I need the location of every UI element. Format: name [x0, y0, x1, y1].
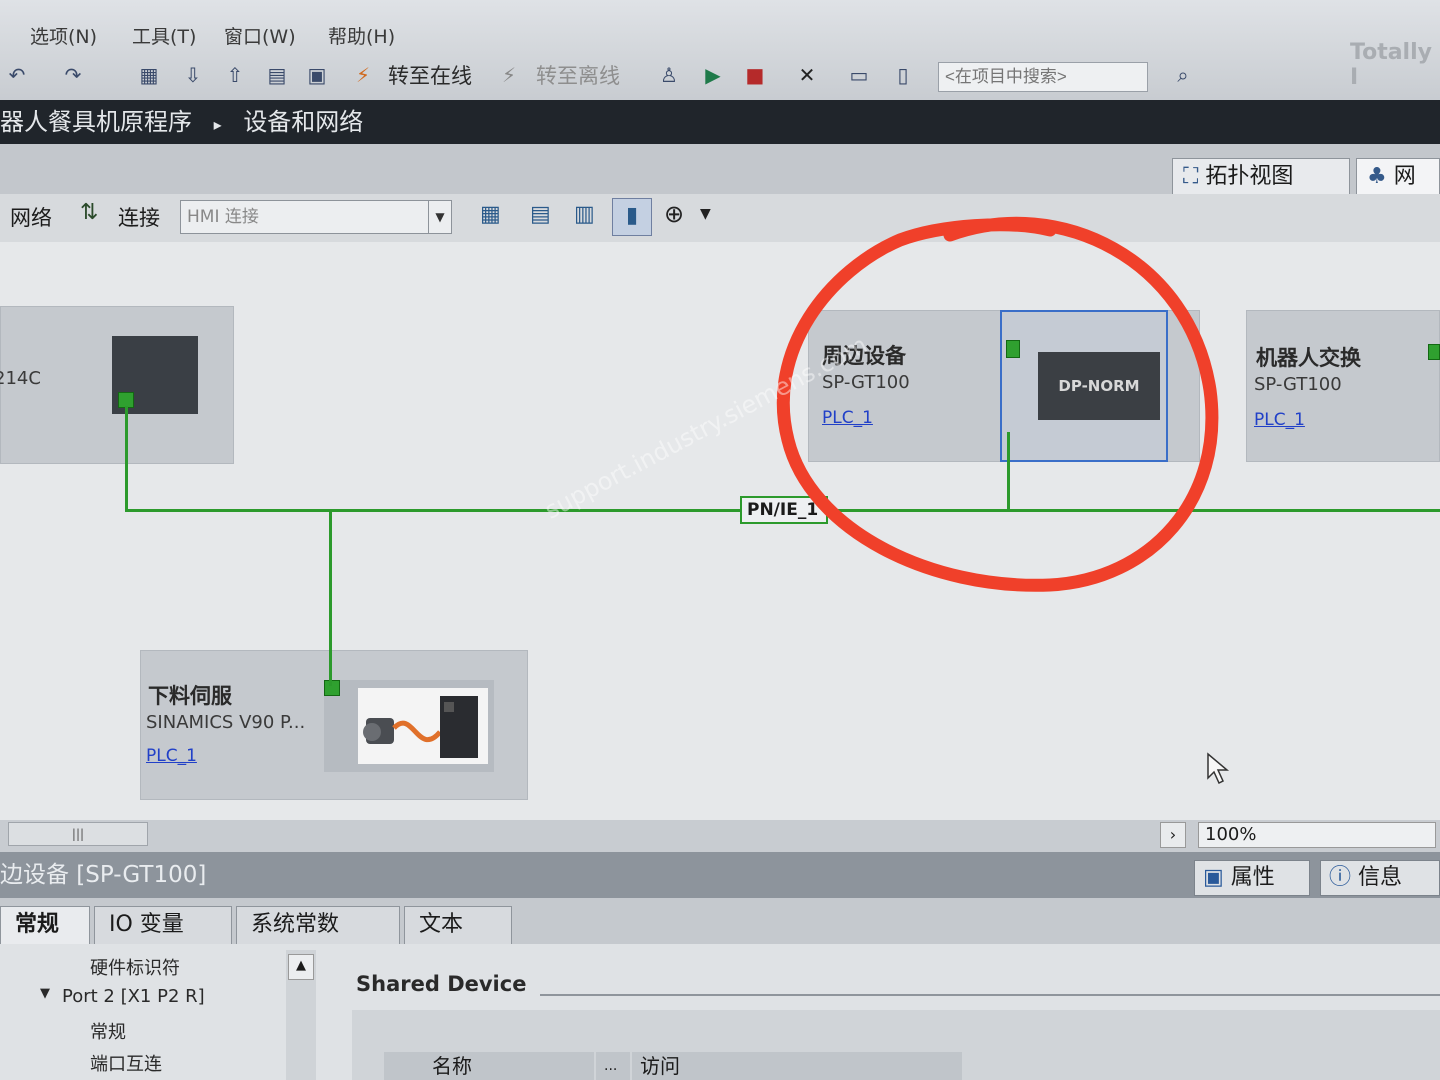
tab-info[interactable]: ⓘ 信息	[1320, 860, 1440, 896]
menu-tools[interactable]: 工具(T)	[132, 22, 196, 49]
tab-network-view[interactable]: ♣ 网络	[1356, 158, 1440, 225]
robot-exchange-type: SP-GT100	[1254, 374, 1342, 395]
download-icon[interactable]: ⇩	[180, 62, 206, 88]
servo-port[interactable]	[324, 680, 340, 696]
column-ellipsis[interactable]: ...	[596, 1052, 630, 1080]
section-shared-device: Shared Device	[356, 972, 527, 996]
connection-type-value: HMI 连接	[187, 207, 259, 227]
scrollbar-thumb[interactable]: |||	[8, 822, 148, 846]
properties-icon: ▣	[1203, 865, 1224, 890]
breadcrumb-current: 设备和网络	[243, 108, 364, 136]
overview-icon[interactable]: ▮	[612, 198, 652, 236]
redo-icon[interactable]: ↷	[60, 62, 86, 88]
tab-properties-label: 属性	[1230, 865, 1275, 890]
tab-info-label: 信息	[1358, 865, 1403, 890]
scroll-right-icon[interactable]: ›	[1160, 822, 1186, 848]
zoom-level-field[interactable]: 100%	[1198, 822, 1436, 848]
go-offline-icon[interactable]: ⚡	[496, 62, 522, 88]
show-address-icon[interactable]: ▦	[480, 202, 501, 227]
zoom-icon[interactable]: ⊕	[664, 200, 684, 228]
go-offline-button[interactable]: 转至离线	[536, 60, 620, 90]
tab-general[interactable]: 常规	[0, 906, 90, 944]
menu-window[interactable]: 窗口(W)	[224, 22, 296, 49]
connection-type-select[interactable]: HMI 连接 ▼	[180, 200, 452, 234]
split-vertical-icon[interactable]: ▯	[890, 62, 916, 88]
chevron-down-icon: ▼	[428, 201, 451, 233]
breadcrumb-separator-icon: ▸	[213, 115, 222, 134]
simulation-icon[interactable]: ▤	[264, 62, 290, 88]
menu-help[interactable]: 帮助(H)	[328, 22, 395, 49]
column-access[interactable]: 访问	[632, 1052, 962, 1080]
network-button[interactable]: 网络	[10, 202, 52, 232]
zoom-dropdown-icon[interactable]: ▼	[700, 206, 711, 222]
tab-texts[interactable]: 文本	[404, 906, 512, 944]
go-online-button[interactable]: 转至在线	[388, 60, 472, 90]
breadcrumb: 器人餐具机原程序 ▸ 设备和网络	[0, 100, 1440, 144]
servo-device-type: SINAMICS V90 P...	[146, 712, 306, 733]
inspector-title: 边设备 [SP-GT100]	[0, 862, 207, 888]
tab-system-constants[interactable]: 系统常数	[236, 906, 400, 944]
stop-cpu-icon[interactable]: ■	[742, 62, 768, 88]
servo-device-name: 下料伺服	[148, 684, 232, 708]
table-icon[interactable]: ▤	[530, 202, 551, 227]
grid-icon[interactable]: ▥	[574, 202, 595, 227]
save-icon[interactable]: ▣	[304, 62, 330, 88]
column-name-label: 名称	[432, 1054, 472, 1078]
robot-exchange-name: 机器人交换	[1256, 346, 1361, 370]
servo-network-branch	[329, 510, 332, 686]
tree-expand-icon[interactable]: ▼	[40, 986, 50, 1001]
plc-type-label: 214C	[0, 368, 41, 389]
close-icon[interactable]: ✕	[794, 62, 820, 88]
brand-text: Totally I	[1350, 40, 1432, 90]
tab-io-tags[interactable]: IO 变量	[94, 906, 232, 944]
compile-icon[interactable]: ▦	[136, 62, 162, 88]
tab-properties[interactable]: ▣ 属性	[1194, 860, 1310, 896]
project-search-input[interactable]	[938, 62, 1148, 92]
search-go-icon[interactable]: ⌕	[1170, 62, 1196, 88]
plc-network-branch	[125, 406, 128, 510]
tree-item-port-interconnection[interactable]: 端口互连	[90, 1050, 162, 1076]
tab-topology-view[interactable]: ⛶ 拓扑视图	[1172, 158, 1350, 196]
tab-topology-label: 拓扑视图	[1205, 164, 1294, 189]
start-cpu-icon[interactable]: ▶	[700, 62, 726, 88]
go-online-icon[interactable]: ⚡	[350, 62, 376, 88]
robot-exchange-port[interactable]	[1428, 344, 1440, 360]
tree-item-port2[interactable]: Port 2 [X1 P2 R]	[62, 986, 205, 1007]
section-divider	[540, 994, 1440, 996]
column-name[interactable]: 名称	[384, 1052, 594, 1080]
upload-icon[interactable]: ⇧	[222, 62, 248, 88]
tree-item-hw-identifier[interactable]: 硬件标识符	[90, 954, 180, 980]
undo-icon[interactable]: ↶	[4, 62, 30, 88]
tree-scrollbar[interactable]: ▲	[286, 950, 316, 1080]
accessible-devices-icon[interactable]: ♙	[656, 62, 682, 88]
mouse-cursor-icon	[1207, 752, 1230, 785]
scroll-up-icon[interactable]: ▲	[288, 954, 314, 980]
servo-drive-image	[358, 688, 488, 764]
topology-icon: ⛶	[1183, 164, 1206, 189]
connections-icon[interactable]: ⇅	[80, 200, 98, 225]
robot-exchange-plc-link[interactable]: PLC_1	[1254, 410, 1305, 430]
menu-options[interactable]: 选项(N)	[30, 22, 97, 49]
connections-button[interactable]: 连接	[118, 202, 160, 232]
split-horizontal-icon[interactable]: ▭	[846, 62, 872, 88]
servo-plc-link[interactable]: PLC_1	[146, 746, 197, 766]
tree-item-general[interactable]: 常规	[90, 1018, 126, 1044]
highlight-circle	[776, 216, 1219, 592]
network-view-icon: ♣	[1367, 164, 1394, 189]
breadcrumb-project[interactable]: 器人餐具机原程序	[0, 108, 192, 136]
info-icon: ⓘ	[1329, 865, 1352, 890]
